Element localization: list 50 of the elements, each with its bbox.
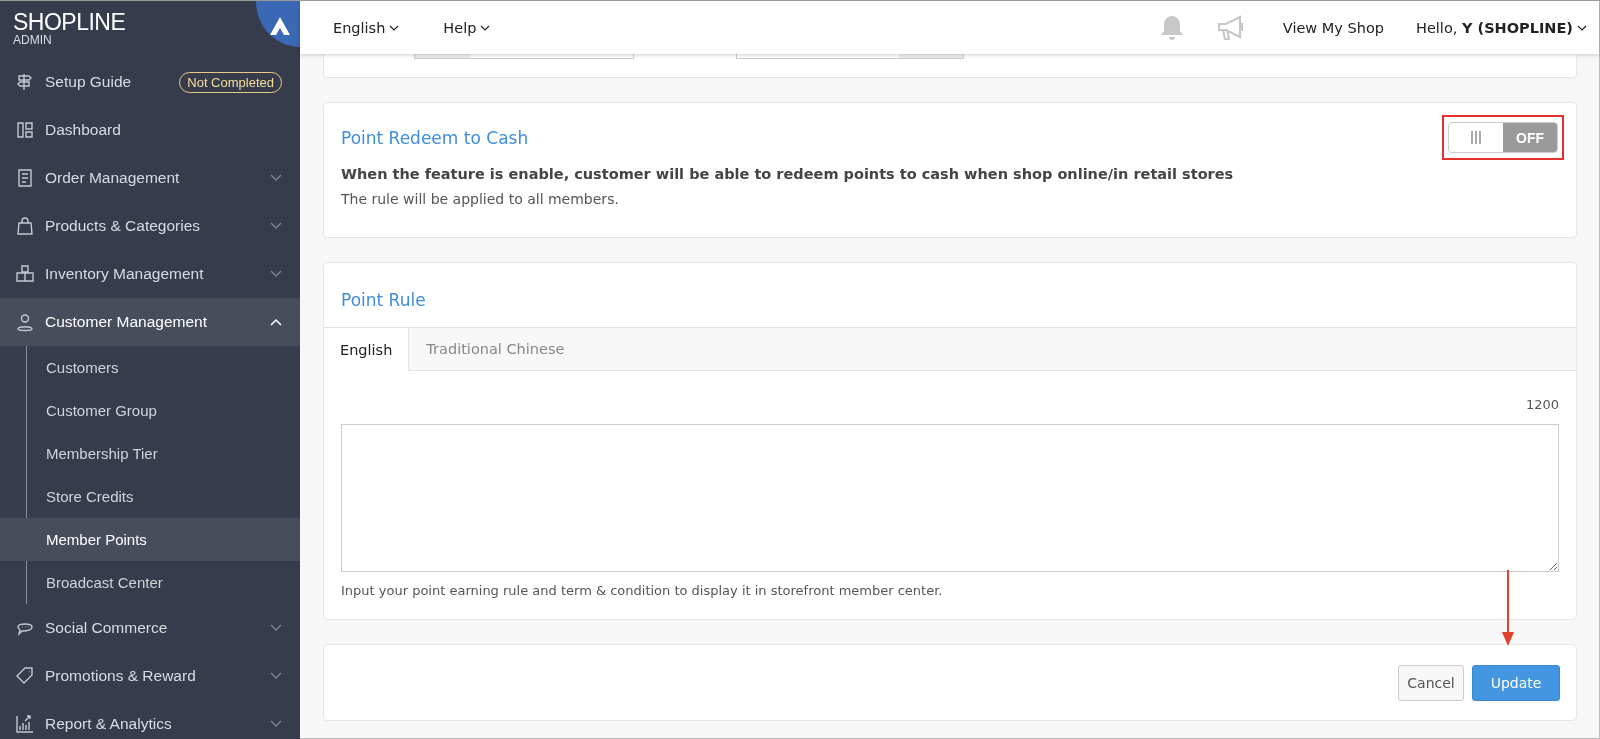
user-icon — [15, 312, 35, 332]
language-tab[interactable]: English — [324, 328, 410, 371]
nav-subitem[interactable]: Membership Tier — [0, 432, 300, 475]
user-menu[interactable]: Hello, Y (SHOPLINE) — [1416, 19, 1587, 36]
nav-item[interactable]: Products & Categories — [0, 202, 300, 250]
chevron-icon — [270, 174, 282, 182]
cancel-button[interactable]: Cancel — [1398, 664, 1464, 701]
clipboard-icon — [15, 168, 35, 188]
chevron-icon — [480, 24, 491, 31]
nav-subitem[interactable]: Member Points — [0, 518, 300, 561]
nav-item[interactable]: Customer Management — [0, 298, 300, 346]
nav-subitem[interactable]: Store Credits — [0, 475, 300, 518]
character-counter: 1200 — [1525, 397, 1559, 412]
description-text: When the feature is enable, customer will be able to redeem points to cash when shop online/in retail stores — [341, 166, 1235, 182]
chevron-icon — [270, 624, 282, 632]
tag-icon — [15, 666, 35, 686]
nav-subitem[interactable]: Customers — [0, 346, 300, 389]
chevron-icon — [389, 24, 400, 31]
nav-item[interactable]: Inventory Management — [0, 250, 300, 298]
chevron-icon — [270, 222, 282, 230]
help-text: Input your point earning rule and term & condition to display it in storefront member center. — [341, 583, 943, 598]
dropdown-menu[interactable]: English — [333, 19, 400, 36]
note-text: The rule will be applied to all members. — [341, 191, 620, 207]
dropdown-menu[interactable]: Help — [443, 19, 491, 36]
card-title: Point Redeem to Cash — [341, 127, 529, 148]
chart-icon — [15, 714, 35, 734]
nav-item[interactable]: Report & Analytics — [0, 700, 300, 739]
dashboard-icon — [15, 120, 35, 140]
chevron-icon — [270, 720, 282, 728]
boxes-icon — [15, 264, 35, 284]
view-shop-link[interactable]: View My Shop — [1282, 19, 1384, 36]
chevron-icon — [270, 672, 282, 680]
nav-item[interactable]: Promotions & Reward — [0, 652, 300, 700]
nav-item[interactable]: Social Commerce — [0, 604, 300, 652]
card-title: Point Rule — [340, 289, 427, 312]
nav-item[interactable]: Order Management — [0, 154, 300, 202]
nav-subitem[interactable]: Broadcast Center — [0, 561, 300, 604]
chevron-icon — [270, 270, 282, 278]
shopping-bag-icon — [15, 216, 35, 236]
nav-subitem[interactable]: Customer Group — [0, 389, 300, 432]
chevron-icon — [1577, 24, 1587, 31]
logo-subtitle: ADMIN — [13, 34, 53, 47]
nav-item[interactable]: Dashboard — [0, 106, 300, 154]
input-field[interactable] — [736, 53, 964, 59]
rule-text-area[interactable] — [341, 424, 1559, 572]
chevron-icon — [270, 318, 282, 326]
bell-icon[interactable] — [1158, 13, 1185, 42]
input-field[interactable] — [414, 53, 634, 59]
logo-text: SHOPLINE — [13, 10, 126, 34]
nav-item[interactable]: Setup Guide Not Completed — [0, 58, 300, 106]
